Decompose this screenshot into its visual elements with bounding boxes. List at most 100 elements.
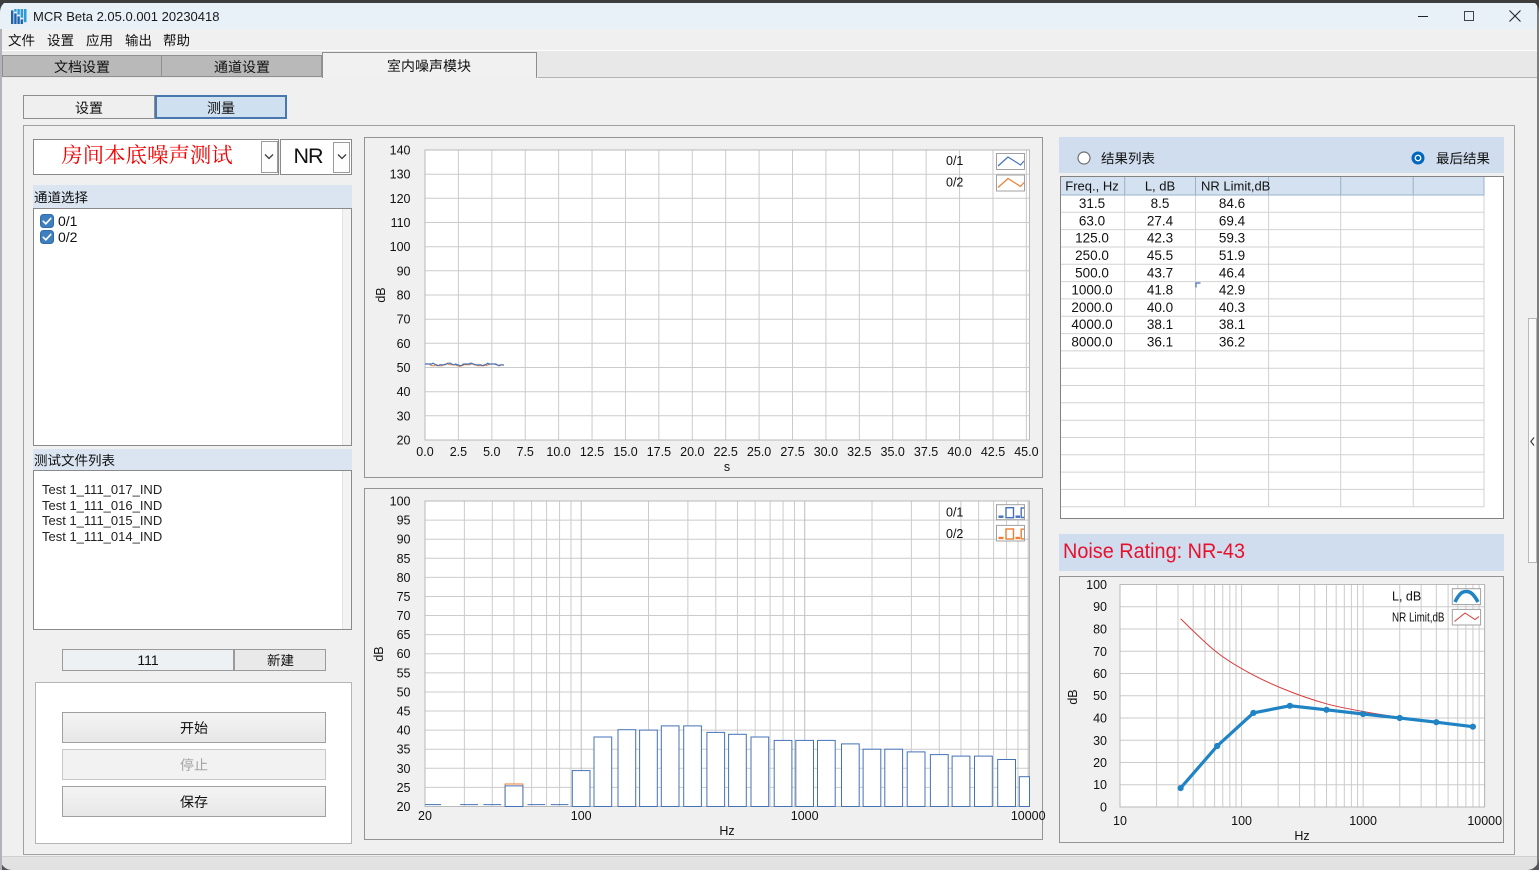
svg-text:1000: 1000	[1349, 814, 1377, 828]
svg-text:15.0: 15.0	[613, 445, 637, 459]
svg-text:s: s	[724, 460, 730, 474]
svg-text:250.0: 250.0	[1075, 248, 1109, 263]
svg-text:125.0: 125.0	[1075, 231, 1109, 246]
svg-text:41.8: 41.8	[1147, 283, 1173, 298]
svg-text:0: 0	[1100, 801, 1107, 815]
svg-text:50: 50	[1093, 689, 1107, 703]
svg-text:37.5: 37.5	[914, 445, 938, 459]
svg-text:42.5: 42.5	[981, 445, 1005, 459]
svg-text:20.0: 20.0	[680, 445, 704, 459]
svg-text:90: 90	[397, 264, 411, 278]
svg-text:69.4: 69.4	[1219, 213, 1246, 228]
svg-text:40: 40	[397, 385, 411, 399]
svg-text:10.0: 10.0	[546, 445, 570, 459]
svg-text:0.0: 0.0	[416, 445, 433, 459]
svg-text:1000: 1000	[791, 809, 819, 823]
svg-text:1000.0: 1000.0	[1071, 283, 1112, 298]
svg-text:27.5: 27.5	[780, 445, 804, 459]
svg-text:70: 70	[397, 313, 411, 327]
svg-text:42.3: 42.3	[1147, 231, 1173, 246]
svg-text:40: 40	[1093, 712, 1107, 726]
svg-text:20: 20	[418, 809, 432, 823]
svg-text:40.3: 40.3	[1219, 300, 1245, 315]
svg-text:30.0: 30.0	[814, 445, 838, 459]
svg-text:0/2: 0/2	[946, 527, 963, 541]
svg-text:38.1: 38.1	[1219, 317, 1245, 332]
svg-text:55: 55	[397, 666, 411, 680]
svg-text:90: 90	[397, 533, 411, 547]
svg-text:7.5: 7.5	[517, 445, 534, 459]
svg-text:70: 70	[397, 609, 411, 623]
svg-text:10000: 10000	[1011, 809, 1046, 823]
svg-text:35: 35	[397, 743, 411, 757]
svg-text:25: 25	[397, 781, 411, 795]
svg-text:10: 10	[1093, 778, 1107, 792]
svg-text:50: 50	[397, 685, 411, 699]
svg-text:2.5: 2.5	[450, 445, 467, 459]
svg-text:60: 60	[397, 647, 411, 661]
svg-text:dB: dB	[374, 287, 388, 302]
svg-text:120: 120	[390, 192, 411, 206]
svg-text:40: 40	[397, 724, 411, 738]
svg-text:12.5: 12.5	[580, 445, 604, 459]
svg-text:95: 95	[397, 514, 411, 528]
svg-text:20: 20	[397, 800, 411, 814]
svg-text:42.9: 42.9	[1219, 283, 1245, 298]
svg-text:90: 90	[1093, 600, 1107, 614]
svg-text:31.5: 31.5	[1079, 196, 1105, 211]
svg-text:dB: dB	[1066, 689, 1080, 704]
svg-text:20: 20	[1093, 756, 1107, 770]
svg-text:100: 100	[571, 809, 592, 823]
svg-text:100: 100	[390, 240, 411, 254]
svg-text:17.5: 17.5	[647, 445, 671, 459]
svg-text:22.5: 22.5	[714, 445, 738, 459]
svg-text:59.3: 59.3	[1219, 231, 1245, 246]
svg-text:100: 100	[1086, 578, 1107, 592]
svg-text:NR Limit,dB: NR Limit,dB	[1201, 179, 1270, 194]
svg-text:36.2: 36.2	[1219, 335, 1245, 350]
svg-text:60: 60	[1093, 667, 1107, 681]
svg-text:30: 30	[397, 409, 411, 423]
svg-text:25.0: 25.0	[747, 445, 771, 459]
svg-text:30: 30	[1093, 734, 1107, 748]
svg-text:Hz: Hz	[1294, 829, 1309, 843]
svg-text:5.0: 5.0	[483, 445, 500, 459]
svg-text:0/1: 0/1	[946, 506, 963, 520]
svg-text:45.5: 45.5	[1147, 248, 1173, 263]
svg-text:L, dB: L, dB	[1392, 590, 1421, 604]
svg-text:140: 140	[390, 144, 411, 158]
svg-text:Freq., Hz: Freq., Hz	[1065, 179, 1118, 194]
svg-text:0/2: 0/2	[946, 176, 963, 190]
svg-text:27.4: 27.4	[1147, 213, 1174, 228]
svg-text:80: 80	[1093, 623, 1107, 637]
svg-text:100: 100	[1231, 814, 1252, 828]
svg-text:20: 20	[397, 434, 411, 448]
svg-text:40.0: 40.0	[1147, 300, 1173, 315]
svg-text:32.5: 32.5	[847, 445, 871, 459]
svg-text:70: 70	[1093, 645, 1107, 659]
svg-text:45.0: 45.0	[1014, 445, 1038, 459]
svg-text:46.4: 46.4	[1219, 265, 1246, 280]
svg-text:40.0: 40.0	[947, 445, 971, 459]
svg-text:38.1: 38.1	[1147, 317, 1173, 332]
svg-text:10000: 10000	[1467, 814, 1502, 828]
svg-text:50: 50	[397, 361, 411, 375]
svg-text:130: 130	[390, 168, 411, 182]
svg-text:85: 85	[397, 552, 411, 566]
svg-text:36.1: 36.1	[1147, 335, 1173, 350]
svg-text:NR Limit,dB: NR Limit,dB	[1392, 611, 1445, 625]
svg-text:Hz: Hz	[719, 824, 734, 838]
svg-text:75: 75	[397, 590, 411, 604]
svg-text:60: 60	[397, 337, 411, 351]
svg-text:8.5: 8.5	[1151, 196, 1170, 211]
svg-text:80: 80	[397, 289, 411, 303]
svg-text:8000.0: 8000.0	[1071, 335, 1112, 350]
svg-text:65: 65	[397, 628, 411, 642]
svg-text:100: 100	[390, 495, 411, 509]
svg-text:51.9: 51.9	[1219, 248, 1245, 263]
svg-text:35.0: 35.0	[881, 445, 905, 459]
svg-text:30: 30	[397, 762, 411, 776]
svg-text:0/1: 0/1	[946, 154, 963, 168]
svg-text:84.6: 84.6	[1219, 196, 1245, 211]
svg-text:43.7: 43.7	[1147, 265, 1173, 280]
